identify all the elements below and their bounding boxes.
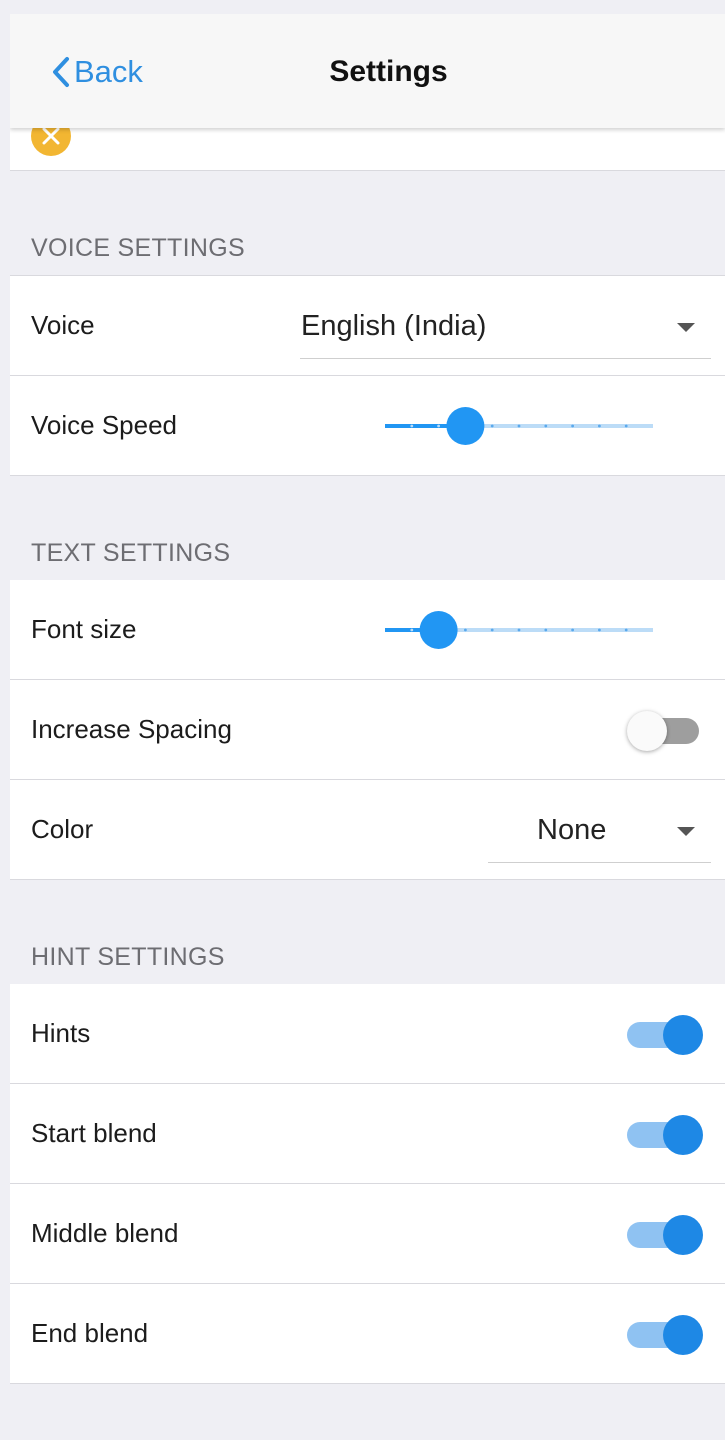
middle-blend-toggle[interactable] (623, 1214, 703, 1255)
slider-thumb (419, 611, 458, 649)
voice-settings-header-text: VOICE SETTINGS (31, 234, 245, 262)
slider-tick (517, 424, 521, 428)
toggle-thumb (663, 1315, 703, 1355)
voice-selected-value: English (India) (301, 310, 487, 342)
voice-speed-slider[interactable] (375, 406, 663, 446)
font-size-slider[interactable] (375, 610, 663, 650)
slider-graphic (385, 611, 653, 649)
increase-spacing-toggle[interactable] (623, 710, 699, 751)
hint-settings-header-text: HINT SETTINGS (31, 943, 225, 971)
back-button[interactable]: Back (50, 50, 143, 94)
voice-dropdown[interactable]: English (India) (300, 276, 711, 359)
hint-settings-header: HINT SETTINGS (10, 880, 725, 985)
slider-tick (410, 628, 414, 632)
hints-label: Hints (31, 1018, 91, 1048)
slider-graphic (385, 407, 653, 445)
toggle-thumb (663, 1215, 703, 1255)
chevron-left-icon (53, 57, 69, 87)
page-title: Settings (329, 55, 448, 88)
slider-tick (571, 424, 574, 428)
increase-spacing-row: Increase Spacing (10, 680, 725, 780)
middle-blend-row: Middle blend (10, 1184, 725, 1284)
color-selected-value: None (537, 814, 607, 846)
toggle-thumb (663, 1115, 703, 1155)
settings-screen: Purchase Subscription VOICE SETTINGS Voi… (10, 14, 725, 1440)
slider-tick (598, 628, 601, 632)
dropdown-caret-icon (677, 323, 695, 332)
slider-tick (544, 424, 548, 428)
voice-label: Voice (31, 310, 95, 340)
increase-spacing-label: Increase Spacing (31, 714, 232, 744)
slider-tick (598, 424, 601, 428)
back-button-label: Back (74, 54, 143, 89)
navigation-bar: Back Settings (10, 14, 725, 128)
hints-toggle[interactable] (623, 1014, 703, 1055)
start-blend-row: Start blend (10, 1084, 725, 1184)
hints-row: Hints (10, 984, 725, 1084)
slider-tick (544, 628, 548, 632)
color-label: Color (31, 814, 94, 844)
slider-tick (571, 628, 574, 632)
font-size-row: Font size (10, 580, 725, 680)
slider-tick (464, 628, 467, 632)
slider-tick (490, 424, 494, 428)
toggle-thumb (627, 711, 667, 751)
slider-tick (437, 424, 440, 428)
voice-speed-row: Voice Speed (10, 376, 725, 476)
end-blend-label: End blend (31, 1318, 149, 1348)
voice-row: Voice English (India) (10, 276, 725, 376)
slider-tick (517, 628, 521, 632)
end-blend-toggle[interactable] (623, 1314, 703, 1355)
start-blend-label: Start blend (31, 1118, 157, 1148)
text-settings-header: TEXT SETTINGS (10, 476, 725, 581)
dropdown-caret-icon (677, 827, 695, 836)
voice-speed-label: Voice Speed (31, 410, 178, 440)
slider-tick (624, 424, 628, 428)
color-dropdown[interactable]: None (488, 780, 711, 863)
slider-tick (490, 628, 494, 632)
text-settings-header-text: TEXT SETTINGS (31, 539, 231, 567)
slider-tick (410, 424, 414, 428)
end-blend-row: End blend (10, 1284, 725, 1384)
start-blend-toggle[interactable] (623, 1114, 703, 1155)
slider-tick (624, 628, 628, 632)
color-row: Color None (10, 780, 725, 880)
slider-thumb (446, 407, 485, 445)
font-size-label: Font size (31, 614, 137, 644)
toggle-thumb (663, 1015, 703, 1055)
voice-settings-header: VOICE SETTINGS (10, 171, 725, 276)
middle-blend-label: Middle blend (31, 1218, 179, 1248)
